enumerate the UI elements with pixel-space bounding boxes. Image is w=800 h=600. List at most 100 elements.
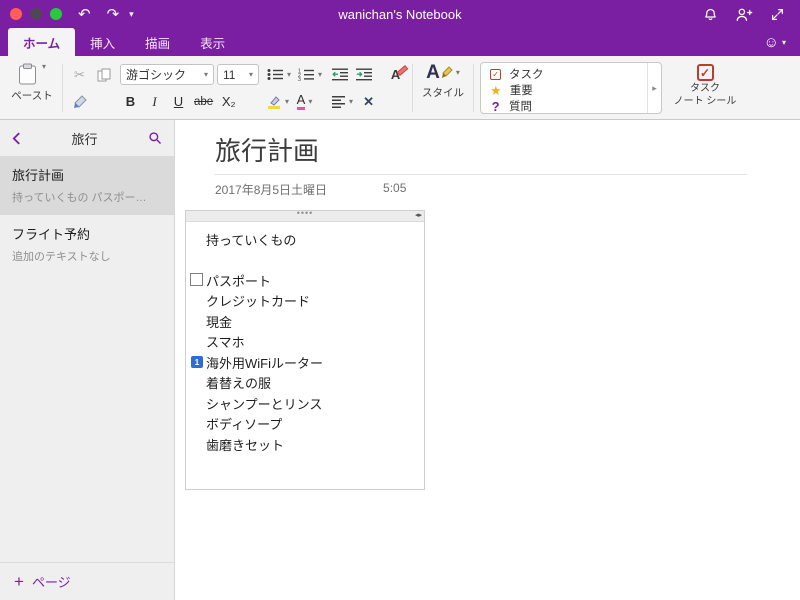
note-text[interactable]: 着替えの服 [206, 373, 271, 392]
note-container-handle[interactable]: •••• ◂▸ [186, 211, 424, 222]
note-text[interactable]: ボディソープ [206, 414, 282, 433]
tab-view[interactable]: 表示 [185, 28, 240, 56]
clear-formatting-button[interactable]: A [385, 64, 406, 86]
paste-label: ペースト [11, 88, 52, 103]
outdent-button[interactable] [330, 64, 351, 86]
undo-icon[interactable]: ↶ [78, 7, 91, 22]
page-sidebar: 旅行 旅行計画 持っていくもの パスポー… フライト予約 追加のテキストなし +… [0, 120, 175, 600]
italic-button[interactable]: I [144, 91, 165, 113]
tag-question-item[interactable]: ? 質問 [490, 98, 638, 114]
chevron-down-icon: ▾ [456, 69, 460, 77]
task-note-seal-button[interactable]: ✓ タスク ノート シール [668, 61, 742, 108]
copy-button[interactable] [93, 64, 114, 86]
note-line[interactable]: スマホ [186, 332, 424, 353]
tags-more-button[interactable]: ▸ [647, 63, 661, 113]
font-color-letter: A [297, 93, 306, 110]
add-page-button[interactable]: + ページ [0, 562, 174, 600]
font-size-select[interactable]: 11 ▾ [217, 64, 259, 85]
chevron-down-icon: ▾ [42, 63, 46, 71]
note-line[interactable]: ボディソープ [186, 414, 424, 435]
tag-important-item[interactable]: ★ 重要 [490, 82, 638, 98]
page-item-travel-plan[interactable]: 旅行計画 持っていくもの パスポー… [0, 156, 174, 215]
indent-button[interactable] [354, 64, 375, 86]
numbered-list-button[interactable]: 123 ▾ [296, 64, 324, 86]
page-item-preview: 追加のテキストなし [12, 248, 162, 264]
note-text[interactable]: クレジットカード [206, 291, 310, 310]
format-painter-button[interactable] [69, 91, 90, 113]
wifi-note-tag-icon[interactable]: 1 [191, 356, 203, 368]
note-line[interactable]: 現金 [186, 311, 424, 332]
note-line[interactable]: 歯磨きセット [186, 434, 424, 455]
note-text[interactable]: シャンプーとリンス [206, 394, 322, 413]
arrow-right-icon: ▸ [652, 83, 657, 94]
note-line[interactable]: 1 海外用WiFiルーター [186, 352, 424, 373]
date-row: 2017年8月5日土曜日 5:05 [215, 181, 800, 198]
note-text[interactable]: パスポート [206, 271, 271, 290]
page-item-preview: 持っていくもの パスポー… [12, 189, 162, 205]
app-body: 旅行 旅行計画 持っていくもの パスポー… フライト予約 追加のテキストなし +… [0, 120, 800, 600]
resize-arrows-icon[interactable]: ◂▸ [415, 211, 422, 219]
quick-access-chevron-icon[interactable]: ▾ [129, 10, 134, 19]
smiley-icon: ☺ [764, 34, 779, 51]
tag-task-item[interactable]: ✓ タスク [490, 66, 638, 82]
note-text[interactable]: 現金 [206, 312, 232, 331]
outdent-icon [332, 68, 349, 81]
zoom-window-button[interactable] [50, 8, 62, 20]
underline-button[interactable]: U [168, 91, 189, 113]
note-line[interactable]: クレジットカード [186, 291, 424, 312]
bullet-list-button[interactable]: ▾ [265, 64, 293, 86]
indent-icon [356, 68, 373, 81]
note-text[interactable]: スマホ [206, 332, 245, 351]
note-canvas[interactable]: 旅行計画 2017年8月5日土曜日 5:05 •••• ◂▸ 持っていくもの [175, 120, 800, 600]
note-line[interactable]: パスポート [186, 270, 424, 291]
note-page-title[interactable]: 旅行計画 [215, 136, 747, 166]
eraser-icon: A [391, 67, 400, 82]
note-line[interactable]: シャンプーとリンス [186, 393, 424, 414]
task-seal-checkbox-icon: ✓ [697, 64, 714, 81]
tab-draw[interactable]: 描画 [130, 28, 185, 56]
divider [412, 64, 413, 112]
todo-checkbox[interactable] [190, 273, 203, 286]
note-container[interactable]: •••• ◂▸ 持っていくもの パスポート クレジットカード [185, 210, 425, 490]
back-chevron-icon[interactable] [12, 131, 21, 146]
note-line[interactable]: 着替えの服 [186, 373, 424, 394]
minimize-window-button[interactable] [30, 8, 42, 20]
search-icon[interactable] [148, 131, 162, 145]
tab-insert[interactable]: 挿入 [75, 28, 130, 56]
strikethrough-button[interactable]: abe [192, 91, 215, 113]
bold-button[interactable]: B [120, 91, 141, 113]
close-window-button[interactable] [10, 8, 22, 20]
font-size-value: 11 [223, 68, 235, 82]
styles-button[interactable]: A ▾ スタイル [419, 61, 467, 100]
cut-button[interactable]: ✂ [69, 64, 90, 86]
page-time: 5:05 [383, 181, 406, 198]
window-title: wanichan's Notebook [0, 7, 800, 22]
note-line-empty[interactable] [186, 250, 424, 271]
subscript-button[interactable]: X₂ [218, 91, 239, 113]
paste-button[interactable]: ▾ ペースト [8, 61, 56, 103]
chevron-down-icon: ▾ [249, 71, 253, 79]
page-item-flight-booking[interactable]: フライト予約 追加のテキストなし [0, 215, 174, 274]
feedback-smiley-button[interactable]: ☺ ▾ [764, 28, 800, 56]
x-delete-icon: ✕ [363, 94, 374, 110]
page-date: 2017年8月5日土曜日 [215, 181, 327, 198]
share-add-person-icon[interactable] [736, 7, 753, 22]
tab-home[interactable]: ホーム [8, 28, 75, 56]
note-text[interactable]: 持っていくもの [206, 230, 296, 249]
clipboard-icon [18, 63, 37, 85]
delete-button[interactable]: ✕ [358, 91, 379, 113]
font-color-button[interactable]: A ▾ [294, 91, 315, 113]
chevron-down-icon: ▾ [204, 71, 208, 79]
fullscreen-expand-icon[interactable] [771, 8, 784, 21]
notifications-bell-icon[interactable] [703, 7, 718, 22]
tags-list: ✓ タスク ★ 重要 ? 質問 [481, 63, 647, 113]
redo-icon[interactable]: ↷ [107, 7, 120, 22]
font-name-select[interactable]: 游ゴシック ▾ [120, 64, 214, 85]
note-text[interactable]: 海外用WiFiルーター [206, 353, 323, 372]
chevron-down-icon: ▾ [349, 98, 353, 106]
highlight-color-button[interactable]: ▾ [265, 91, 291, 113]
style-letter: A [426, 63, 440, 82]
alignment-button[interactable]: ▾ [330, 91, 355, 113]
note-line[interactable]: 持っていくもの [186, 229, 424, 250]
note-text[interactable]: 歯磨きセット [206, 435, 284, 454]
